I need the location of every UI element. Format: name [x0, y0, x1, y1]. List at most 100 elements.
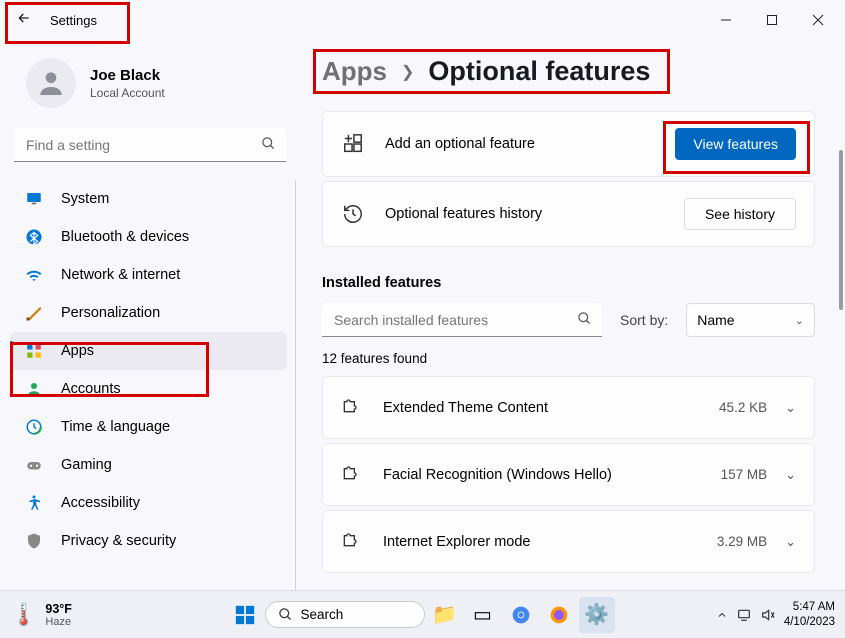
feature-list: Extended Theme Content45.2 KB⌄Facial Rec…: [322, 376, 815, 573]
taskbar-search[interactable]: Search: [265, 601, 425, 628]
bluetooth-icon: [25, 228, 43, 246]
weather-widget[interactable]: 🌡️ 93°F Haze: [10, 602, 72, 628]
feature-name: Internet Explorer mode: [383, 534, 717, 550]
chevron-down-icon: ⌄: [785, 467, 796, 483]
breadcrumb: Apps ❯ Optional features: [322, 56, 835, 87]
add-feature-card: Add an optional feature View features: [322, 111, 815, 177]
wifi-icon: [25, 266, 43, 284]
taskbar-app-settings[interactable]: ⚙️: [579, 597, 615, 633]
taskbar-date: 4/10/2023: [784, 615, 835, 629]
sort-select[interactable]: Name ⌄: [686, 303, 815, 337]
apps-icon: [25, 342, 43, 360]
history-label: Optional features history: [385, 206, 684, 222]
back-region: Settings: [4, 6, 111, 35]
puzzle-icon: [341, 395, 363, 420]
search-icon: [577, 311, 592, 329]
back-button[interactable]: [16, 10, 32, 31]
feature-name: Facial Recognition (Windows Hello): [383, 467, 721, 483]
search-input[interactable]: [14, 128, 286, 162]
history-icon: [341, 203, 365, 225]
add-grid-icon: [341, 133, 365, 155]
taskbar-app-explorer[interactable]: 📁: [427, 597, 463, 633]
sidebar-item-label: Accessibility: [61, 495, 140, 511]
shield-icon: [25, 532, 43, 550]
maximize-button[interactable]: [749, 0, 795, 40]
sidebar-item-label: Apps: [61, 343, 94, 359]
sidebar-item-label: Privacy & security: [61, 533, 176, 549]
sidebar-item-bluetooth-devices[interactable]: Bluetooth & devices: [0, 218, 295, 256]
sidebar-item-gaming[interactable]: Gaming: [0, 446, 295, 484]
clock-icon: [25, 418, 43, 436]
filter-row: Sort by: Name ⌄: [322, 303, 815, 337]
start-button[interactable]: [231, 601, 259, 629]
sidebar-item-label: Personalization: [61, 305, 160, 321]
user-block[interactable]: Joe Black Local Account: [0, 50, 300, 124]
sort-value: Name: [697, 312, 734, 328]
feature-item[interactable]: Extended Theme Content45.2 KB⌄: [322, 376, 815, 439]
avatar: [26, 58, 76, 108]
puzzle-icon: [341, 529, 363, 554]
page-title: Optional features: [428, 56, 650, 87]
accessibility-icon: [25, 494, 43, 512]
puzzle-icon: [341, 462, 363, 487]
brush-icon: [25, 304, 43, 322]
nav-list: System Bluetooth & devices Network & inter…: [0, 180, 296, 590]
person-icon: [25, 380, 43, 398]
sidebar-item-apps[interactable]: Apps: [10, 332, 287, 370]
breadcrumb-parent[interactable]: Apps: [322, 56, 387, 87]
sidebar-item-privacy-security[interactable]: Privacy & security: [0, 522, 295, 560]
chevron-right-icon: ❯: [401, 62, 414, 82]
sidebar-item-time-language[interactable]: Time & language: [0, 408, 295, 446]
installed-search[interactable]: [322, 303, 602, 337]
installed-search-input[interactable]: [322, 303, 602, 337]
title-bar: Settings: [0, 0, 845, 40]
gaming-icon: [25, 456, 43, 474]
minimize-button[interactable]: [703, 0, 749, 40]
sort-label: Sort by:: [620, 312, 668, 328]
feature-name: Extended Theme Content: [383, 400, 719, 416]
sidebar-item-system[interactable]: System: [0, 180, 295, 218]
feature-item[interactable]: Facial Recognition (Windows Hello)157 MB…: [322, 443, 815, 506]
sidebar-item-accounts[interactable]: Accounts: [0, 370, 295, 408]
sidebar-item-accessibility[interactable]: Accessibility: [0, 484, 295, 522]
close-button[interactable]: [795, 0, 841, 40]
user-name: Joe Black: [90, 67, 165, 84]
tray-volume-icon[interactable]: [760, 607, 776, 623]
history-card: Optional features history See history: [322, 181, 815, 247]
add-feature-label: Add an optional feature: [385, 136, 675, 152]
content-area: Apps ❯ Optional features Add an optional…: [300, 40, 845, 590]
taskbar-clock[interactable]: 5:47 AM 4/10/2023: [784, 600, 835, 629]
taskbar-search-label: Search: [301, 607, 344, 622]
installed-header: Installed features: [322, 275, 835, 291]
sidebar-item-label: Gaming: [61, 457, 112, 473]
search-icon: [261, 136, 276, 154]
scrollbar[interactable]: [839, 150, 843, 310]
taskbar-app-taskview[interactable]: ▭: [465, 597, 501, 633]
weather-temp: 93°F: [45, 602, 72, 616]
sidebar-item-personalization[interactable]: Personalization: [0, 294, 295, 332]
display-icon: [25, 190, 43, 208]
sidebar-item-label: Accounts: [61, 381, 121, 397]
feature-size: 157 MB: [721, 467, 768, 482]
chevron-down-icon: ⌄: [785, 534, 796, 550]
taskbar: 🌡️ 93°F Haze Search 📁 ▭ ⚙️: [0, 590, 845, 638]
feature-size: 3.29 MB: [717, 534, 767, 549]
taskbar-app-chrome[interactable]: [503, 597, 539, 633]
sidebar-item-label: Time & language: [61, 419, 170, 435]
sidebar-item-label: Network & internet: [61, 267, 180, 283]
chevron-down-icon: ⌄: [795, 314, 804, 327]
sidebar: Joe Black Local Account System Bluetooth …: [0, 40, 300, 590]
window-title: Settings: [50, 13, 97, 28]
taskbar-app-firefox[interactable]: [541, 597, 577, 633]
sidebar-item-label: System: [61, 191, 109, 207]
chevron-down-icon: ⌄: [785, 400, 796, 416]
view-features-button[interactable]: View features: [675, 128, 796, 160]
see-history-button[interactable]: See history: [684, 198, 796, 230]
sidebar-item-label: Bluetooth & devices: [61, 229, 189, 245]
tray-network-icon[interactable]: [736, 607, 752, 623]
sidebar-item-network-internet[interactable]: Network & internet: [0, 256, 295, 294]
feature-item[interactable]: Internet Explorer mode3.29 MB ⌄: [322, 510, 815, 573]
features-count: 12 features found: [322, 351, 835, 366]
tray-expand[interactable]: [716, 609, 728, 621]
sidebar-search[interactable]: [14, 128, 286, 162]
